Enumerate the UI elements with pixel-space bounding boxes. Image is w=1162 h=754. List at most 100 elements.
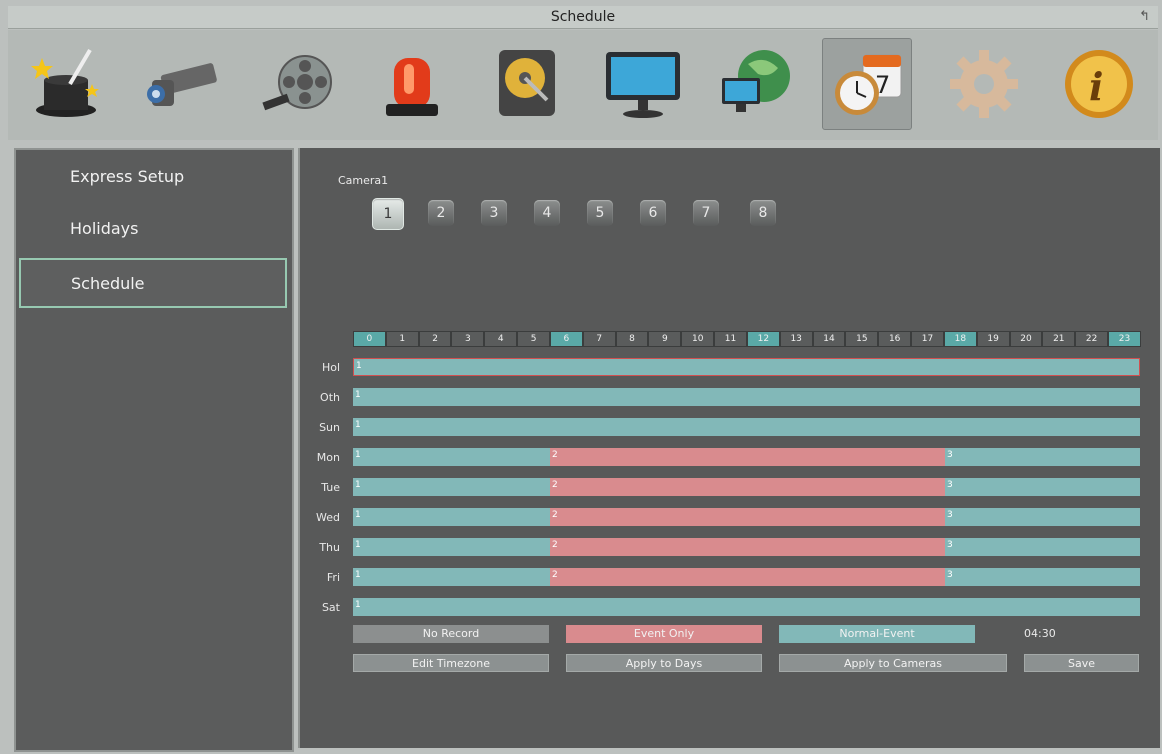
schedule-bar-wed[interactable]: 1 2 3 [353,508,1140,526]
schedule-bar-thu[interactable]: 1 2 3 [353,538,1140,556]
wizard-icon[interactable] [24,38,112,128]
day-label-wed: Wed [316,511,340,524]
segment-marker: 1 [355,390,361,400]
network-globe-icon[interactable] [712,38,800,128]
time-readout: 04:30 [1024,627,1056,640]
segment-marker: 1 [355,600,361,610]
hour-cell[interactable]: 21 [1043,332,1075,346]
schedule-panel: Camera1 1 2 3 4 5 6 7 8 0 1 2 3 4 5 6 7 … [298,148,1160,748]
schedule-bar-fri[interactable]: 1 2 3 [353,568,1140,586]
hard-drive-icon[interactable] [483,38,571,128]
legend-event-only[interactable]: Event Only [566,625,762,643]
schedule-bar-sun[interactable]: 1 [353,418,1140,436]
schedule-bar-oth[interactable]: 1 [353,388,1140,406]
legend-no-record[interactable]: No Record [353,625,549,643]
camera-1-button[interactable]: 1 [372,198,404,230]
segment-marker: 1 [355,510,361,520]
schedule-bar-hol[interactable]: 1 [353,358,1140,376]
hour-cell[interactable]: 6 [550,332,582,346]
day-label-mon: Mon [316,451,340,464]
hour-cell[interactable]: 18 [944,332,976,346]
main-toolbar: 7 i [8,30,1158,140]
legend-normal-event[interactable]: Normal-Event [779,625,975,643]
hour-cell[interactable]: 20 [1010,332,1042,346]
hour-cell[interactable]: 14 [813,332,845,346]
segment-marker: 1 [356,361,362,371]
schedule-bar-sat[interactable]: 1 [353,598,1140,616]
event-only-segment[interactable] [550,448,945,466]
hour-cell[interactable]: 17 [912,332,943,346]
hour-cell[interactable]: 16 [879,332,911,346]
segment-marker: 2 [552,540,558,550]
hour-cell[interactable]: 13 [780,332,812,346]
sidebar-item-holidays[interactable]: Holidays [20,206,282,252]
hour-cell[interactable]: 19 [977,332,1009,346]
hour-cell[interactable]: 8 [616,332,648,346]
hour-cell[interactable]: 5 [518,332,549,346]
event-only-segment[interactable] [550,478,945,496]
hour-cell[interactable]: 1 [386,332,418,346]
title-bar: Schedule ↰ [8,6,1158,29]
day-label-sun: Sun [319,421,340,434]
back-arrow-icon[interactable]: ↰ [1139,6,1150,28]
hour-cell[interactable]: 10 [682,332,714,346]
sidebar-item-schedule[interactable]: Schedule [19,258,287,308]
camera-5-button[interactable]: 5 [587,200,613,226]
segment-marker: 3 [947,480,953,490]
camera-4-button[interactable]: 4 [534,200,560,226]
schedule-bar-mon[interactable]: 1 2 3 [353,448,1140,466]
monitor-icon[interactable] [598,38,686,128]
hour-cell[interactable]: 15 [846,332,878,346]
hour-cell[interactable]: 3 [452,332,484,346]
segment-marker: 3 [947,540,953,550]
save-button[interactable]: Save [1024,654,1139,672]
apply-to-cameras-button[interactable]: Apply to Cameras [779,654,1007,672]
segment-marker: 1 [355,420,361,430]
segment-marker: 1 [355,480,361,490]
event-only-segment[interactable] [550,538,945,556]
sidebar-menu: Express Setup Holidays Schedule [14,148,294,752]
info-icon[interactable]: i [1053,38,1141,128]
hour-cell[interactable]: 23 [1109,332,1140,346]
camera-label: Camera1 [338,174,389,187]
hour-cell[interactable]: 12 [747,332,779,346]
segment-marker: 1 [355,570,361,580]
segment-marker: 2 [552,570,558,580]
schedule-bar-tue[interactable]: 1 2 3 [353,478,1140,496]
event-only-segment[interactable] [550,508,945,526]
sidebar-item-label: Express Setup [70,167,185,186]
camera-icon[interactable] [138,38,226,128]
day-label-fri: Fri [326,571,340,584]
hour-cell[interactable]: 22 [1076,332,1108,346]
camera-6-button[interactable]: 6 [640,200,666,226]
apply-to-days-button[interactable]: Apply to Days [566,654,762,672]
edit-timezone-button[interactable]: Edit Timezone [353,654,549,672]
event-only-segment[interactable] [550,568,945,586]
gear-icon[interactable] [938,38,1026,128]
hour-cell[interactable]: 2 [419,332,451,346]
hour-header: 0 1 2 3 4 5 6 7 8 9 10 11 12 13 14 15 16… [353,331,1141,347]
segment-marker: 2 [552,450,558,460]
camera-8-button[interactable]: 8 [750,200,776,226]
segment-marker: 2 [552,510,558,520]
camera-3-button[interactable]: 3 [481,200,507,226]
alarm-light-icon[interactable] [368,38,456,128]
film-reel-icon[interactable] [253,38,341,128]
hour-cell[interactable]: 4 [485,332,517,346]
day-label-oth: Oth [320,391,340,404]
segment-marker: 1 [355,540,361,550]
hour-cell[interactable]: 0 [354,332,385,346]
segment-marker: 3 [947,510,953,520]
schedule-clock-calendar-icon[interactable]: 7 [822,38,912,130]
camera-2-button[interactable]: 2 [428,200,454,226]
day-label-sat: Sat [321,601,340,614]
day-label-thu: Thu [319,541,340,554]
dvr-window: Schedule ↰ 7 i Express Setup Holidays Sc… [0,0,1162,754]
svg-text:i: i [1089,64,1103,109]
hour-cell[interactable]: 7 [583,332,615,346]
hour-cell[interactable]: 9 [649,332,681,346]
camera-7-button[interactable]: 7 [693,200,719,226]
sidebar-item-express-setup[interactable]: Express Setup [20,154,282,200]
window-title: Schedule [550,9,616,25]
hour-cell[interactable]: 11 [715,332,746,346]
